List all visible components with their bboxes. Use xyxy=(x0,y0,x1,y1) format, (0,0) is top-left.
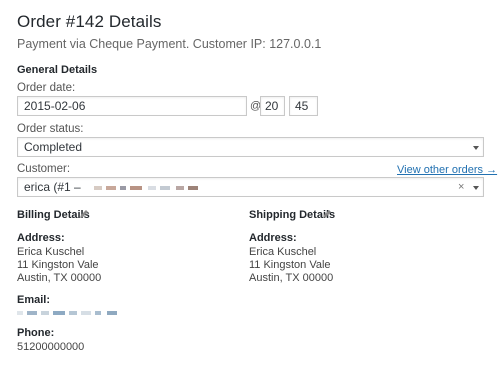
order-status-value: Completed xyxy=(24,140,83,154)
order-date-value: 2015-02-06 xyxy=(24,99,86,113)
order-hour-value: 20 xyxy=(265,99,279,113)
shipping-address-line: Erica Kuschel xyxy=(249,246,317,258)
chevron-down-icon xyxy=(473,146,479,150)
customer-label: Customer: xyxy=(17,163,71,175)
chevron-down-icon[interactable] xyxy=(473,186,479,190)
close-icon[interactable]: × xyxy=(458,181,464,193)
pencil-icon[interactable] xyxy=(322,209,332,219)
redacted-customer-email xyxy=(94,186,198,190)
customer-value: erica (#1 – xyxy=(24,180,81,194)
order-details-panel: Order #142 Details Payment via Cheque Pa… xyxy=(0,0,500,368)
billing-phone-value: 51200000000 xyxy=(17,341,85,353)
order-date-label: Order date: xyxy=(17,82,76,94)
order-status-label: Order status: xyxy=(17,123,84,135)
redacted-billing-email xyxy=(17,311,125,315)
general-details-heading: General Details xyxy=(17,64,98,76)
shipping-address-label: Address: xyxy=(249,232,297,244)
billing-address-line: Erica Kuschel xyxy=(17,246,85,258)
order-minute-input[interactable]: 45 xyxy=(289,96,318,116)
pencil-icon[interactable] xyxy=(79,209,89,219)
billing-email-label: Email: xyxy=(17,294,51,306)
customer-select[interactable]: erica (#1 – × xyxy=(17,177,484,197)
view-other-orders-link[interactable]: View other orders → xyxy=(397,164,497,176)
shipping-address-line: 11 Kingston Vale xyxy=(249,259,331,271)
page-title: Order #142 Details xyxy=(17,12,162,31)
shipping-address-line: Austin, TX 00000 xyxy=(249,272,334,284)
order-date-input[interactable]: 2015-02-06 xyxy=(17,96,247,116)
payment-info: Payment via Cheque Payment. Customer IP:… xyxy=(17,37,322,51)
order-status-select[interactable]: Completed xyxy=(17,137,484,157)
order-hour-input[interactable]: 20 xyxy=(260,96,285,116)
order-minute-value: 45 xyxy=(295,99,309,113)
billing-address-line: 11 Kingston Vale xyxy=(17,259,99,271)
billing-address-line: Austin, TX 00000 xyxy=(17,272,102,284)
billing-address-label: Address: xyxy=(17,232,65,244)
billing-phone-label: Phone: xyxy=(17,327,55,339)
